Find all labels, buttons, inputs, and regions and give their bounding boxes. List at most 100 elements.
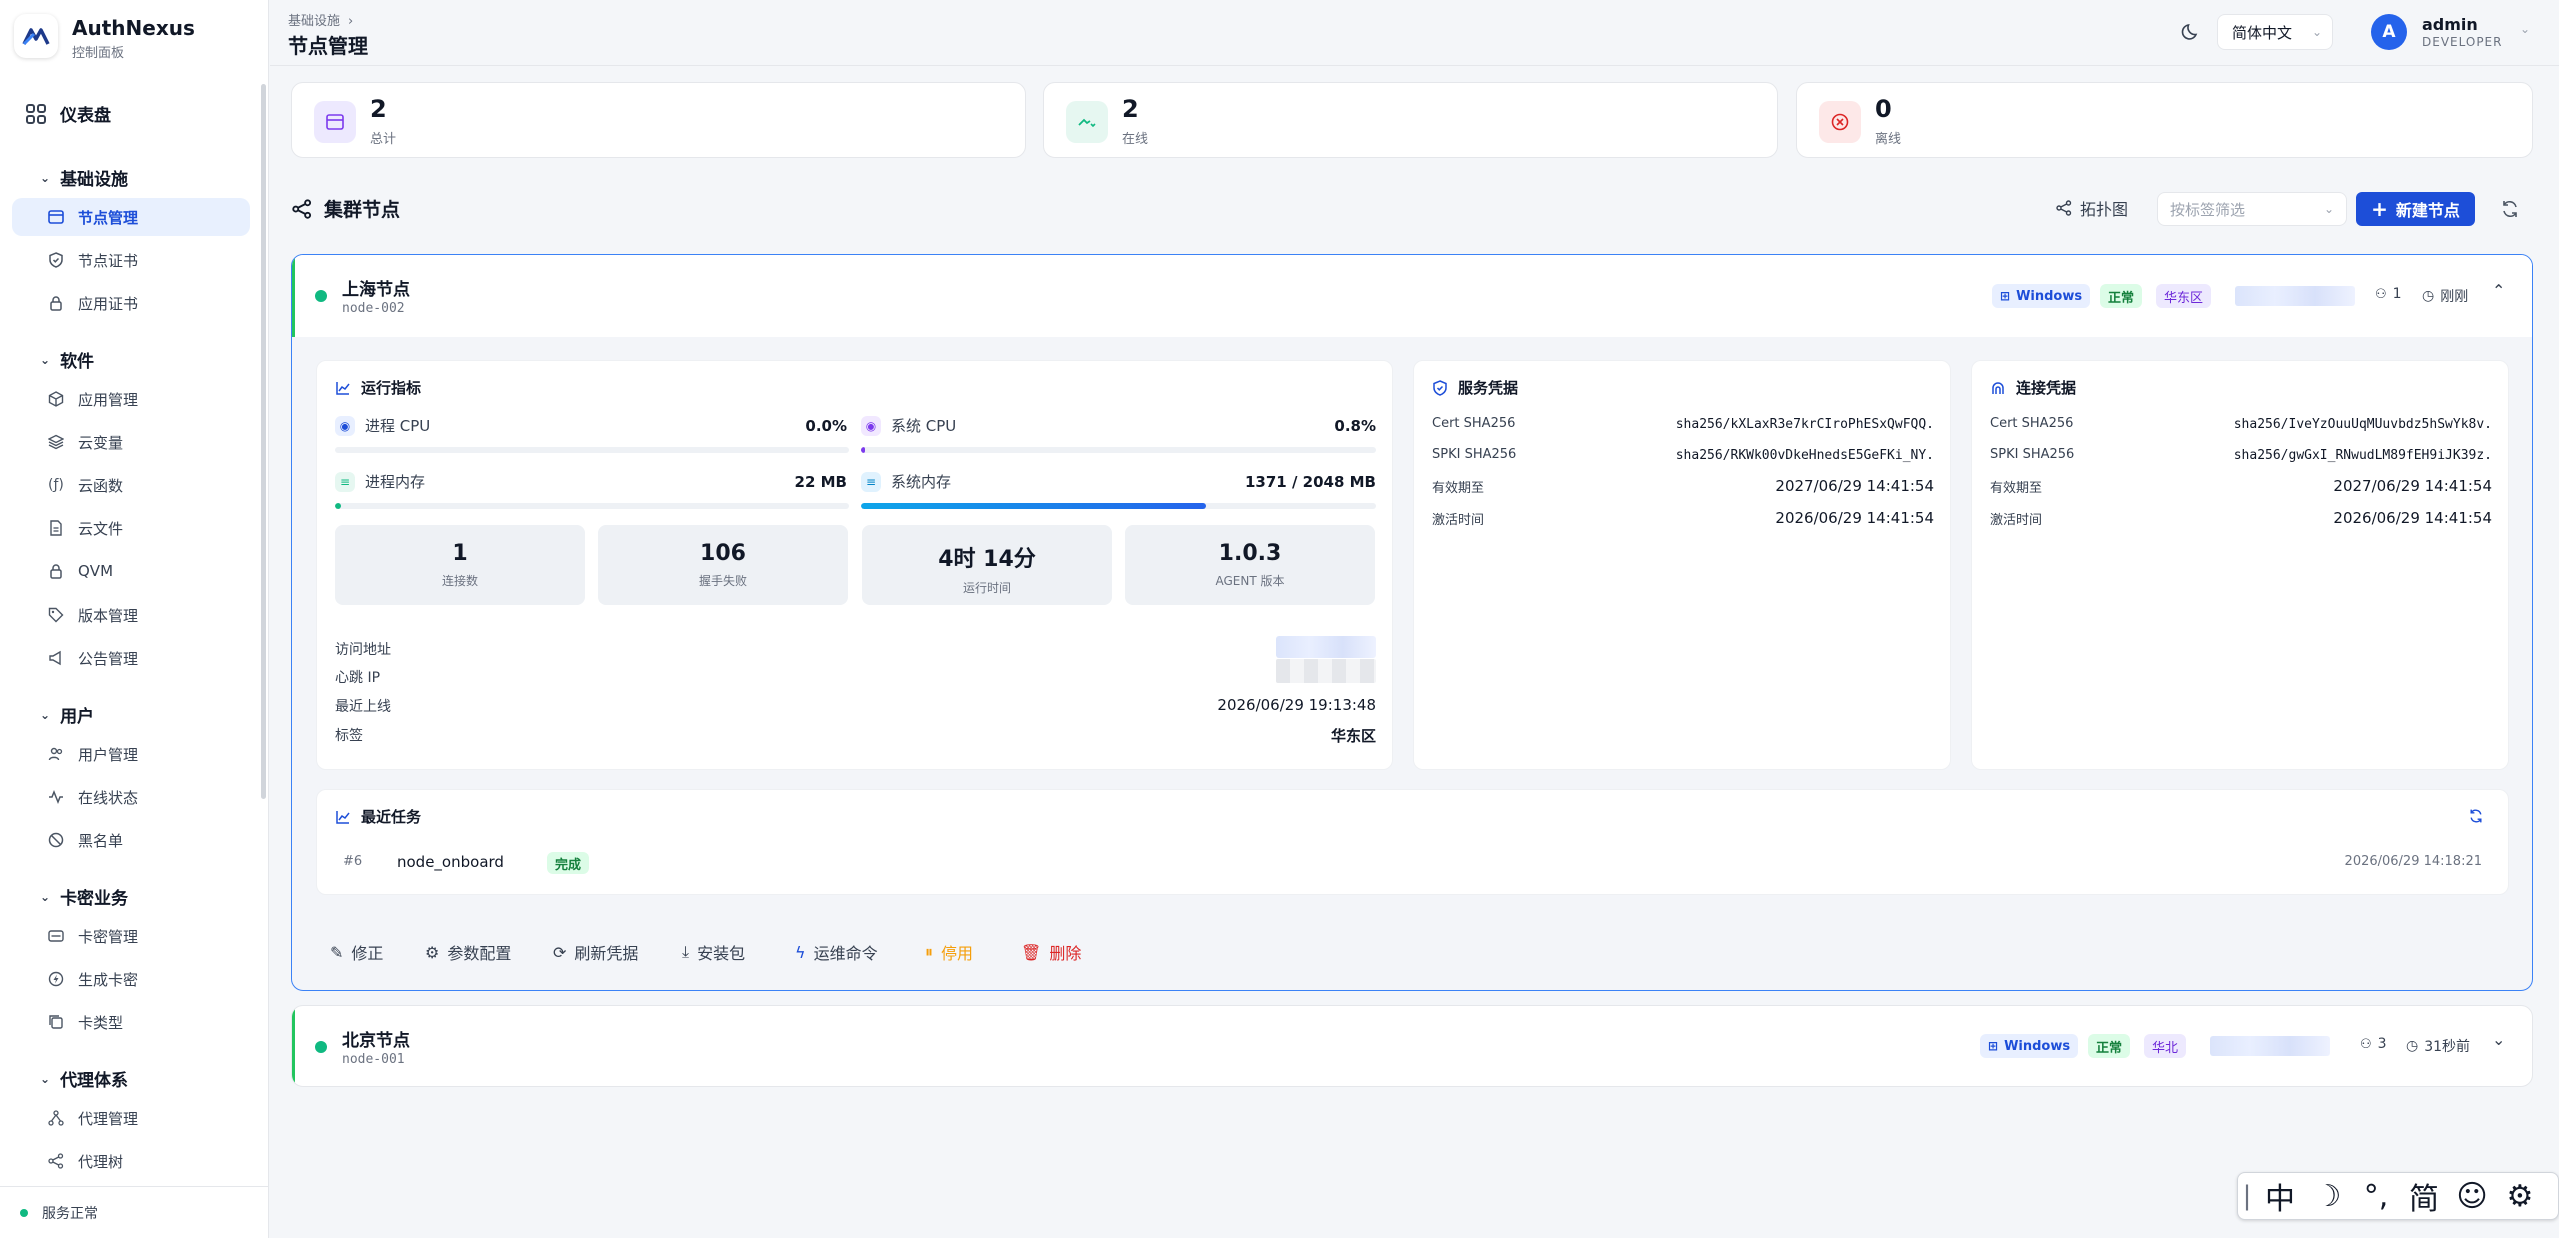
sidebar-item-blacklist[interactable]: 黑名单: [12, 821, 250, 859]
disable-button[interactable]: ⏸ 停用: [925, 940, 973, 964]
sidebar-scrollbar[interactable]: [261, 84, 266, 799]
sidebar-section-agent-system[interactable]: ⌄ 代理体系: [40, 1066, 128, 1091]
panel-title: 连接凭据: [1990, 377, 2076, 398]
sidebar-item-card-management[interactable]: 卡密管理: [12, 917, 250, 955]
topology-button[interactable]: 拓扑图: [2056, 196, 2128, 220]
chevron-down-icon: ⌄: [40, 707, 51, 722]
edit-button[interactable]: ✎ 修正: [330, 940, 383, 964]
stat-label: 离线: [1875, 132, 1902, 147]
stat-value: 0: [1875, 95, 1892, 123]
sidebar-item-cloud-variables[interactable]: 云变量: [12, 423, 250, 461]
sidebar-item-node-cert[interactable]: 节点证书: [12, 241, 250, 279]
ime-simplified[interactable]: 简: [2400, 1174, 2448, 1218]
tag-filter-select[interactable]: 按标签筛选 ⌄: [2157, 192, 2347, 226]
chevron-down-icon[interactable]: ⌄: [2492, 1030, 2505, 1049]
button-label: 新建节点: [2395, 201, 2460, 220]
ime-drag-handle[interactable]: |: [2238, 1181, 2256, 1211]
sidebar-item-announcement-management[interactable]: 公告管理: [12, 639, 250, 677]
ime-moon-icon[interactable]: ☽: [2304, 1179, 2352, 1214]
language-select[interactable]: 简体中文 ⌄: [2217, 14, 2333, 50]
app-logo[interactable]: [14, 14, 58, 58]
avatar[interactable]: A: [2371, 14, 2407, 50]
info-value: 2026/06/29 19:13:48: [1217, 696, 1376, 714]
ime-emoji-icon[interactable]: ☺: [2448, 1179, 2496, 1214]
database-icon: ≡: [335, 471, 355, 492]
cred-value: 2027/06/29 14:41:54: [2333, 477, 2492, 495]
sidebar-item-agent-tree[interactable]: 代理树: [12, 1142, 250, 1180]
tile-label: 连接数: [441, 574, 478, 588]
badge-text: Windows: [2016, 288, 2083, 304]
tile-value: 106: [700, 541, 746, 566]
info-key: 心跳 IP: [335, 670, 381, 686]
sidebar-section-card-business[interactable]: ⌄ 卡密业务: [40, 884, 128, 909]
cpu-icon: ◉: [335, 415, 355, 436]
breadcrumb[interactable]: 基础设施 ›: [288, 10, 353, 29]
ime-gear-icon[interactable]: ⚙: [2496, 1179, 2544, 1214]
task-row[interactable]: #6 node_onboard 完成 2026/06/29 14:18:21: [317, 842, 2508, 886]
metric-proc-mem: ≡ 进程内存: [335, 471, 425, 492]
tile-handshake-failures: 106 握手失败: [598, 525, 848, 605]
progress-bar: [335, 503, 849, 509]
chevron-up-icon[interactable]: ⌃: [2492, 281, 2505, 300]
sidebar-item-version-management[interactable]: 版本管理: [12, 596, 250, 634]
function-icon: (ƒ): [48, 477, 64, 493]
cred-value[interactable]: sha256/gwGxI_RNwudLM89fEH9iJK39z.: [2234, 448, 2492, 463]
tile-value: 1.0.3: [1218, 541, 1282, 566]
redacted-address: [2210, 1036, 2330, 1056]
sidebar-item-label: 代理树: [78, 1152, 124, 1171]
sidebar-item-qvm[interactable]: QVM: [12, 552, 250, 590]
meta-value: 3: [2377, 1036, 2387, 1052]
sidebar-item-user-management[interactable]: 用户管理: [12, 735, 250, 773]
sidebar-item-node-management[interactable]: 节点管理: [12, 198, 250, 236]
sidebar-item-app-management[interactable]: 应用管理: [12, 380, 250, 418]
sidebar-item-online-status[interactable]: 在线状态: [12, 778, 250, 816]
users-icon: [48, 747, 63, 761]
windows-icon: ⊞: [2000, 289, 2011, 303]
moon-icon[interactable]: [2181, 22, 2201, 42]
file-icon: [50, 520, 62, 536]
ops-command-button[interactable]: ϟ 运维命令: [795, 940, 878, 964]
ime-punctuation[interactable]: °,: [2352, 1179, 2400, 1214]
refresh-icon[interactable]: [2468, 808, 2484, 824]
shield-icon: [49, 252, 63, 268]
layers-icon: [48, 434, 64, 450]
clock-icon: ◷: [2422, 288, 2435, 304]
cred-value[interactable]: sha256/RKWk00vDkeHnedsE5GeFKi_NY.: [1676, 448, 1934, 463]
new-node-button[interactable]: + 新建节点: [2356, 192, 2475, 226]
sidebar-section-software[interactable]: ⌄ 软件: [40, 347, 94, 372]
refresh-icon[interactable]: [2500, 199, 2520, 219]
install-package-button[interactable]: ⤓ 安装包: [682, 940, 745, 964]
top-header: 基础设施 › 节点管理 简体中文 ⌄ A admin DEVELOPER ⌄: [270, 0, 2559, 66]
node-card-beijing[interactable]: 北京节点 node-001 ⊞ Windows 正常 华北 ⚇ 3 ◷ 31秒前 ⌄: [291, 1005, 2533, 1087]
meta-value: 1: [2392, 286, 2402, 302]
chevron-down-icon: ⌄: [40, 1071, 51, 1086]
sidebar-item-cloud-functions[interactable]: (ƒ) 云函数: [12, 466, 250, 504]
sidebar-section-users[interactable]: ⌄ 用户: [40, 702, 94, 727]
ime-toolbar[interactable]: | 中 ☽ °, 简 ☺ ⚙: [2237, 1172, 2559, 1220]
config-button[interactable]: ⚙ 参数配置: [425, 940, 511, 964]
delete-button[interactable]: 🗑 删除: [1021, 940, 1081, 964]
user-name[interactable]: admin: [2422, 15, 2478, 34]
ime-chinese-mode[interactable]: 中: [2256, 1174, 2304, 1218]
share-icon: [48, 1153, 64, 1169]
task-id: #6: [343, 854, 363, 869]
cred-value[interactable]: sha256/kXLaxR3e7krCIroPhESxQwFQQ.: [1676, 417, 1934, 432]
refresh-credentials-button[interactable]: ⟳ 刷新凭据: [553, 940, 638, 964]
cred-value[interactable]: sha256/IveYzOuuUqMUuvbdz5hSwYk8v.: [2234, 417, 2492, 432]
ban-icon: [48, 832, 64, 848]
sidebar-item-cloud-files[interactable]: 云文件: [12, 509, 250, 547]
breadcrumb-item[interactable]: 基础设施: [288, 14, 340, 29]
sidebar-item-generate-card[interactable]: 生成卡密: [12, 960, 250, 998]
sidebar-item-app-cert[interactable]: 应用证书: [12, 284, 250, 322]
info-key: 访问地址: [335, 642, 391, 658]
sidebar-section-infrastructure[interactable]: ⌄ 基础设施: [40, 165, 128, 190]
metric-sys-cpu: ◉ 系统 CPU: [861, 415, 956, 436]
node-header[interactable]: 上海节点 node-002 ⊞ Windows 正常 华东区 ⚇ 1 ◷ 刚刚 ⌃: [292, 255, 2532, 337]
sidebar-item-dashboard[interactable]: 仪表盘: [26, 101, 111, 126]
sidebar-item-agent-management[interactable]: 代理管理: [12, 1099, 250, 1137]
chevron-down-icon[interactable]: ⌄: [2520, 22, 2530, 36]
sidebar-item-card-types[interactable]: 卡类型: [12, 1003, 250, 1041]
share-icon: [2056, 200, 2072, 216]
panel-title: 最近任务: [335, 806, 421, 827]
refresh-icon: ⟳: [553, 942, 567, 962]
